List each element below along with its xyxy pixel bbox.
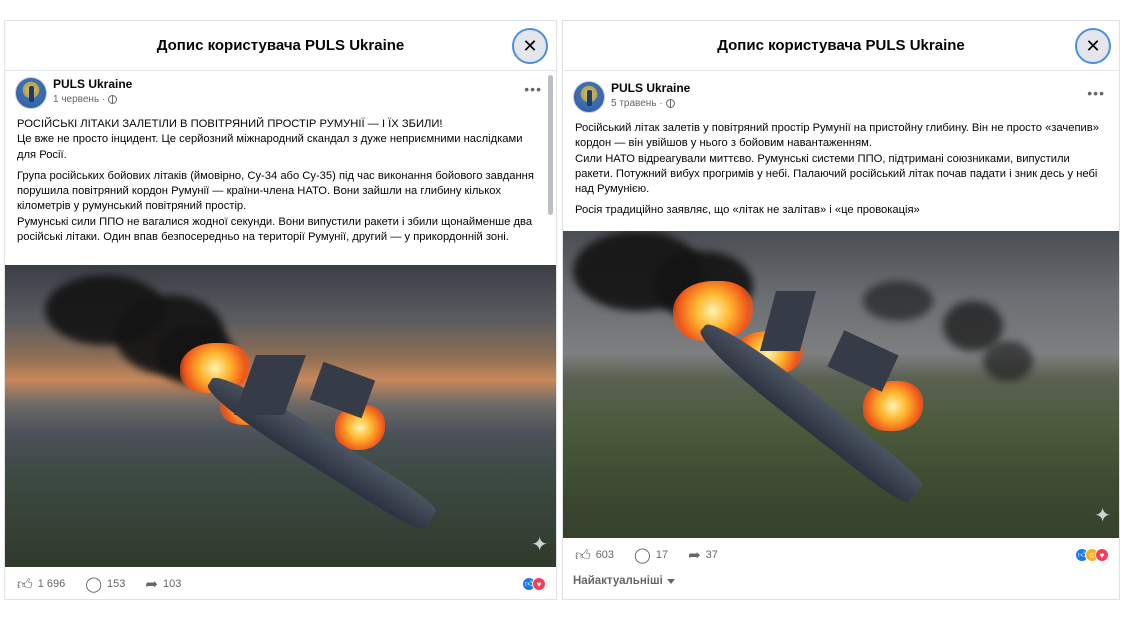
close-button[interactable]: ✕ — [1075, 28, 1111, 64]
close-button[interactable]: ✕ — [512, 28, 548, 64]
globe-icon — [665, 99, 675, 108]
share-count: 37 — [705, 549, 718, 561]
comment-button[interactable]: ◯ 153 — [85, 577, 125, 592]
dialog-header: Допис користувача PULS Ukraine ✕ — [563, 21, 1119, 71]
thumbs-up-icon: 👍︎ — [17, 575, 33, 593]
sort-label: Найактуальніші — [573, 575, 663, 587]
more-options-button[interactable]: ••• — [1087, 85, 1105, 101]
post-text: Російський літак залетів у повітряний пр… — [563, 117, 1119, 219]
post-text: РОСІЙСЬКІ ЛІТАКИ ЗАЛЕТІЛИ В ПОВІТРЯНИЙ П… — [5, 113, 556, 245]
post-meta: 1 червень · — [53, 94, 118, 105]
like-button[interactable]: 👍︎ 1 696 — [17, 577, 65, 592]
like-count: 1 696 — [37, 578, 66, 590]
share-button[interactable]: ➦ 103 — [145, 577, 181, 592]
more-options-button[interactable]: ••• — [524, 81, 542, 97]
comment-bubble-icon: ◯ — [634, 546, 651, 564]
author-name[interactable]: PULS Ukraine — [53, 77, 132, 91]
love-reaction-icon: ♥ — [1095, 548, 1109, 562]
scrollbar[interactable] — [548, 75, 553, 215]
post-photo[interactable]: ✦ — [5, 265, 556, 567]
post-paragraph: Група російських бойових літаків (ймовір… — [17, 169, 534, 244]
post-footer: 👍︎ 1 696 ◯ 153 ➦ 103 👍︎ ♥ — [5, 567, 556, 599]
dialog-header: Допис користувача PULS Ukraine ✕ — [5, 21, 556, 71]
close-icon: ✕ — [522, 35, 538, 56]
post-date[interactable]: 5 травень · — [611, 98, 663, 109]
post-photo[interactable]: ✦ — [563, 231, 1119, 538]
thumbs-up-icon: 👍︎ — [575, 546, 591, 564]
comment-button[interactable]: ◯ 17 — [634, 548, 668, 563]
comment-count: 17 — [655, 549, 669, 561]
share-button[interactable]: ➦ 37 — [688, 548, 718, 563]
post-date[interactable]: 1 червень · — [53, 94, 105, 105]
post-paragraph: Росія традиційно заявляє, що «літак не з… — [575, 204, 920, 217]
like-count: 603 — [595, 549, 615, 561]
post-dialog-left: Допис користувача PULS Ukraine ✕ PULS Uk… — [4, 20, 557, 600]
comment-count: 153 — [107, 578, 126, 590]
comment-bubble-icon: ◯ — [85, 575, 103, 593]
post-header: PULS Ukraine 5 травень · ••• — [563, 81, 1119, 117]
globe-icon — [108, 95, 118, 104]
share-count: 103 — [162, 578, 182, 590]
sparkle-icon: ✦ — [531, 534, 548, 556]
post-dialog-right: Допис користувача PULS Ukraine ✕ PULS Uk… — [562, 20, 1120, 600]
sparkle-icon: ✦ — [1094, 505, 1111, 527]
close-icon: ✕ — [1085, 35, 1101, 56]
post-footer: 👍︎ 603 ◯ 17 ➦ 37 👍︎ ☺ ♥ — [563, 538, 1119, 572]
share-arrow-icon: ➦ — [688, 546, 701, 564]
author-name[interactable]: PULS Ukraine — [611, 81, 690, 95]
dialog-title: Допис користувача PULS Ukraine — [717, 37, 965, 54]
like-button[interactable]: 👍︎ 603 — [575, 548, 614, 563]
post-header: PULS Ukraine 1 червень · ••• — [5, 77, 556, 113]
chevron-down-icon — [666, 578, 675, 584]
post-paragraph: Російський літак залетів у повітряний пр… — [575, 122, 1099, 196]
reaction-summary[interactable]: 👍︎ ♥ — [522, 577, 546, 591]
avatar[interactable] — [573, 81, 605, 113]
reaction-summary[interactable]: 👍︎ ☺ ♥ — [1075, 548, 1109, 562]
share-arrow-icon: ➦ — [145, 575, 158, 593]
dialog-title: Допис користувача PULS Ukraine — [156, 37, 405, 54]
post-paragraph: РОСІЙСЬКІ ЛІТАКИ ЗАЛЕТІЛИ В ПОВІТРЯНИЙ П… — [17, 118, 523, 161]
avatar[interactable] — [15, 77, 47, 109]
comment-sort-dropdown[interactable]: Найактуальніші — [573, 575, 675, 587]
post-meta: 5 травень · — [611, 98, 675, 109]
love-reaction-icon: ♥ — [532, 577, 546, 591]
